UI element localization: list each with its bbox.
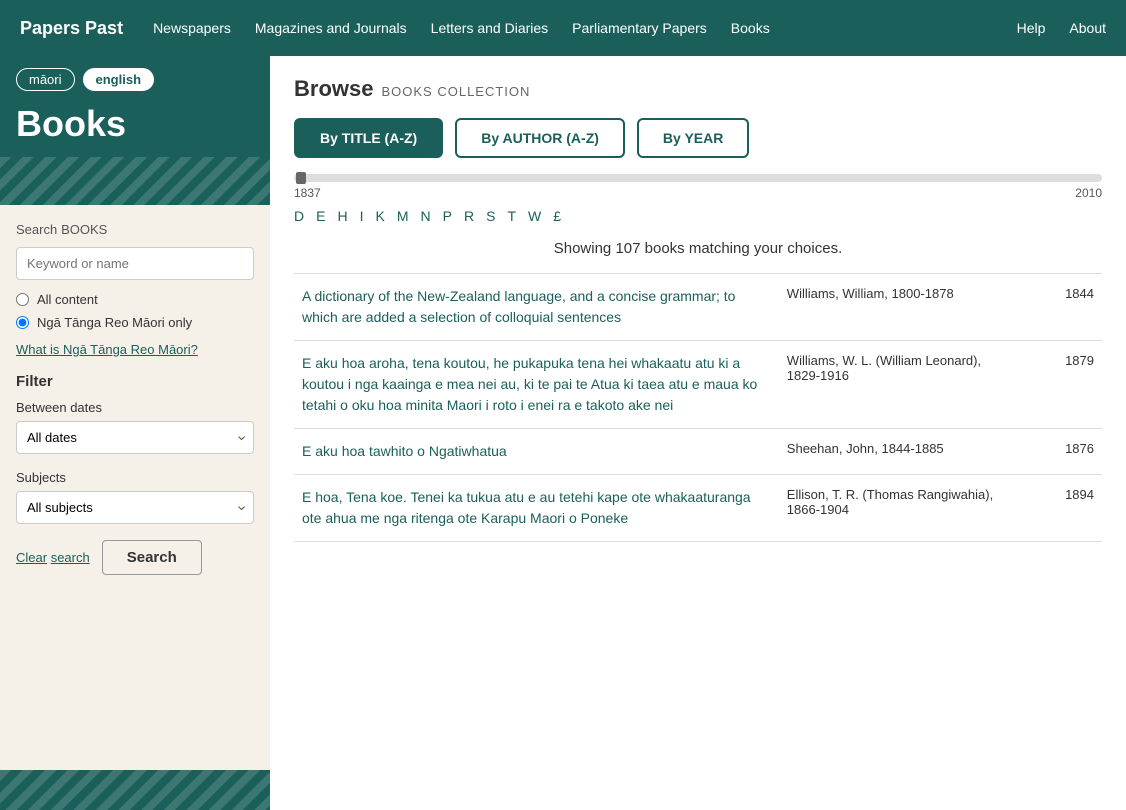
decorative-pattern-top xyxy=(0,157,270,205)
timeline-start: 1837 xyxy=(294,186,321,200)
search-sublabel: BOOKS xyxy=(61,222,107,237)
subjects-label: Subjects xyxy=(16,470,254,485)
table-row: A dictionary of the New-Zealand language… xyxy=(294,274,1102,341)
radio-maori-only-label: Ngā Tānga Reo Māori only xyxy=(37,315,192,330)
nav-help[interactable]: Help xyxy=(1017,20,1046,36)
decorative-pattern-bottom xyxy=(0,770,270,810)
book-year: 1876 xyxy=(1005,429,1102,475)
nav-parliamentary[interactable]: Parliamentary Papers xyxy=(572,20,707,36)
alpha-link-M[interactable]: M xyxy=(397,208,409,224)
search-button[interactable]: Search xyxy=(102,540,202,575)
search-buttons: Clear search Search xyxy=(16,540,254,575)
nav-newspapers[interactable]: Newspapers xyxy=(153,20,231,36)
lang-toggle: māori english xyxy=(0,56,270,99)
timeline-labels: 1837 2010 xyxy=(294,186,1102,200)
page-title: Books xyxy=(0,99,270,157)
nav-right: Help About xyxy=(1017,20,1106,36)
lang-maori-button[interactable]: māori xyxy=(16,68,75,91)
subjects-select-wrapper: All subjects xyxy=(16,491,254,524)
nav-magazines[interactable]: Magazines and Journals xyxy=(255,20,407,36)
keyword-search-input[interactable] xyxy=(16,247,254,280)
book-author: Sheehan, John, 1844-1885 xyxy=(779,429,1005,475)
book-title-link[interactable]: E aku hoa aroha, tena koutou, he pukapuk… xyxy=(302,355,757,413)
timeline-handle[interactable] xyxy=(296,172,306,184)
book-year: 1879 xyxy=(1005,341,1102,429)
alpha-link-P[interactable]: P xyxy=(443,208,452,224)
book-author: Williams, W. L. (William Leonard), 1829-… xyxy=(779,341,1005,429)
alpha-link-D[interactable]: D xyxy=(294,208,304,224)
search-title: Search BOOKS xyxy=(16,221,254,237)
clear-search-link[interactable]: Clear search xyxy=(16,550,90,565)
nav-links: Newspapers Magazines and Journals Letter… xyxy=(153,20,1017,36)
table-row: E aku hoa aroha, tena koutou, he pukapuk… xyxy=(294,341,1102,429)
book-author: Ellison, T. R. (Thomas Rangiwahia), 1866… xyxy=(779,475,1005,542)
alpha-link-£[interactable]: £ xyxy=(553,208,561,224)
search-section: Search BOOKS All content Ngā Tānga Reo M… xyxy=(0,205,270,770)
content-filter-radios: All content Ngā Tānga Reo Māori only xyxy=(16,292,254,330)
radio-all-content-input[interactable] xyxy=(16,293,29,306)
books-table: A dictionary of the New-Zealand language… xyxy=(294,273,1102,542)
alpha-link-R[interactable]: R xyxy=(464,208,474,224)
book-title-link[interactable]: A dictionary of the New-Zealand language… xyxy=(302,288,735,325)
sidebar: māori english Books Search BOOKS All con… xyxy=(0,56,270,810)
alpha-link-T[interactable]: T xyxy=(507,208,516,224)
alpha-link-K[interactable]: K xyxy=(375,208,384,224)
book-title-link[interactable]: E aku hoa tawhito o Ngatiwhatua xyxy=(302,443,507,459)
timeline-end: 2010 xyxy=(1075,186,1102,200)
navbar: Papers Past Newspapers Magazines and Jou… xyxy=(0,0,1126,56)
tab-author-az[interactable]: By AUTHOR (A-Z) xyxy=(455,118,625,158)
book-author: Williams, William, 1800-1878 xyxy=(779,274,1005,341)
table-row: E aku hoa tawhito o Ngatiwhatua Sheehan, … xyxy=(294,429,1102,475)
nav-about[interactable]: About xyxy=(1069,20,1106,36)
between-dates-label: Between dates xyxy=(16,400,254,415)
subjects-select[interactable]: All subjects xyxy=(16,491,254,524)
book-year: 1844 xyxy=(1005,274,1102,341)
book-title-link[interactable]: E hoa, Tena koe. Tenei ka tukua atu e au… xyxy=(302,489,751,526)
nav-books[interactable]: Books xyxy=(731,20,770,36)
clear-label: Clear xyxy=(16,550,47,565)
main-content: Browse BOOKS COLLECTION By TITLE (A-Z) B… xyxy=(270,56,1126,810)
filter-title: Filter xyxy=(16,373,254,390)
alpha-link-S[interactable]: S xyxy=(486,208,495,224)
table-row: E hoa, Tena koe. Tenei ka tukua atu e au… xyxy=(294,475,1102,542)
browse-header: Browse BOOKS COLLECTION xyxy=(294,76,1102,102)
browse-tabs: By TITLE (A-Z) By AUTHOR (A-Z) By YEAR xyxy=(294,118,1102,158)
results-count: Showing 107 books matching your choices. xyxy=(294,240,1102,257)
radio-all-content-label: All content xyxy=(37,292,98,307)
browse-subtitle: BOOKS COLLECTION xyxy=(381,84,530,99)
alpha-link-W[interactable]: W xyxy=(528,208,541,224)
dates-select-wrapper: All dates xyxy=(16,421,254,454)
tab-year[interactable]: By YEAR xyxy=(637,118,749,158)
dates-select[interactable]: All dates xyxy=(16,421,254,454)
alpha-link-I[interactable]: I xyxy=(360,208,364,224)
tab-title-az[interactable]: By TITLE (A-Z) xyxy=(294,118,443,158)
radio-maori-only[interactable]: Ngā Tānga Reo Māori only xyxy=(16,315,254,330)
site-logo[interactable]: Papers Past xyxy=(20,18,123,39)
page-layout: māori english Books Search BOOKS All con… xyxy=(0,56,1126,810)
timeline-bar[interactable] xyxy=(294,174,1102,182)
alpha-link-E[interactable]: E xyxy=(316,208,325,224)
search-text-small: search xyxy=(51,550,90,565)
book-year: 1894 xyxy=(1005,475,1102,542)
lang-english-button[interactable]: english xyxy=(83,68,155,91)
alpha-link-N[interactable]: N xyxy=(421,208,431,224)
timeline[interactable]: 1837 2010 xyxy=(294,174,1102,200)
radio-all-content[interactable]: All content xyxy=(16,292,254,307)
alpha-nav: DEHIKMNPRSTW £ xyxy=(294,208,1102,224)
nav-letters[interactable]: Letters and Diaries xyxy=(431,20,549,36)
browse-title: Browse xyxy=(294,76,373,102)
alpha-link-H[interactable]: H xyxy=(337,208,347,224)
radio-maori-only-input[interactable] xyxy=(16,316,29,329)
maori-info-link[interactable]: What is Ngā Tānga Reo Māori? xyxy=(16,342,254,357)
